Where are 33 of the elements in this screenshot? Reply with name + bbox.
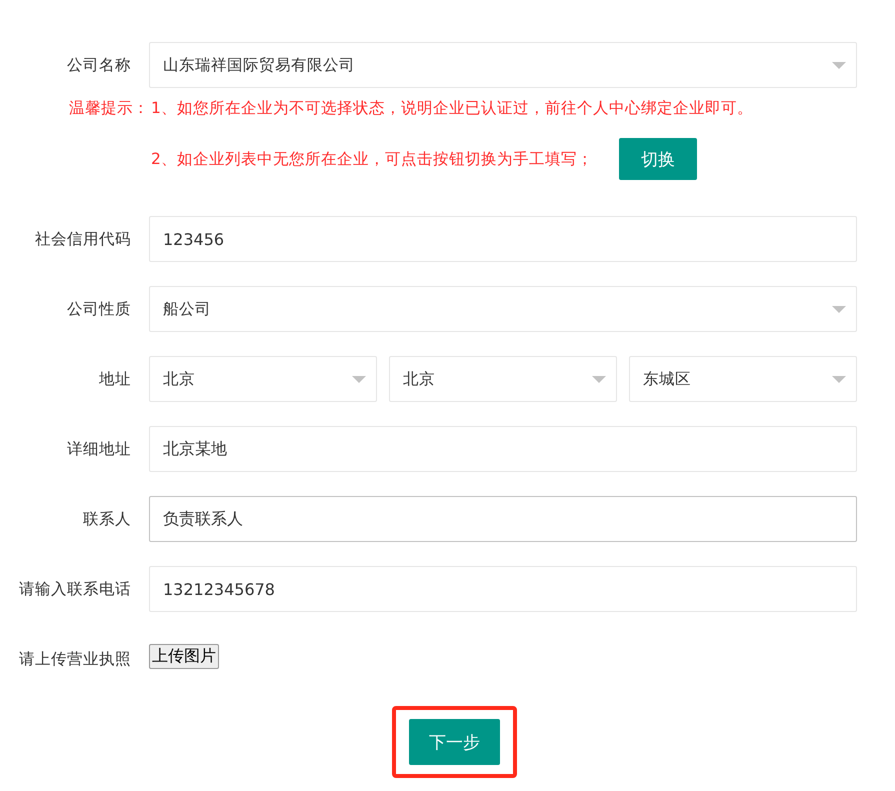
select-value: 船公司	[163, 298, 211, 320]
field-label: 联系人	[82, 509, 132, 530]
select-value: 北京	[163, 368, 195, 390]
caret-icon	[832, 306, 846, 312]
tip-text: 2、如企业列表中无您所在企业，可点击按钮切换为手工填写；	[151, 149, 593, 170]
select-field[interactable]: 东城区	[629, 356, 857, 402]
field-label: 请上传营业执照	[18, 649, 132, 670]
field-label: 公司名称	[66, 55, 132, 76]
field-label: 公司性质	[66, 299, 132, 320]
select-value: 北京	[403, 368, 435, 390]
tip-label: 温馨提示：	[68, 98, 149, 119]
select-value: 山东瑞祥国际贸易有限公司	[163, 54, 355, 76]
select-field[interactable]: 山东瑞祥国际贸易有限公司	[149, 42, 857, 88]
caret-icon	[832, 376, 846, 382]
field-label: 地址	[98, 369, 132, 390]
caret-icon	[352, 376, 366, 382]
tip-text: 1、如您所在企业为不可选择状态，说明企业已认证过，前往个人中心绑定企业即可。	[151, 98, 753, 119]
input-field[interactable]: 北京某地	[149, 426, 857, 472]
input-field[interactable]: 13212345678	[149, 566, 857, 612]
input-field[interactable]: 123456	[149, 216, 857, 262]
caret-icon	[592, 376, 606, 382]
select-field[interactable]: 船公司	[149, 286, 857, 332]
caret-icon	[832, 62, 846, 68]
switch-button[interactable]: 切换	[618, 138, 697, 180]
select-field[interactable]: 北京	[389, 356, 617, 402]
select-field[interactable]: 北京	[149, 356, 377, 402]
input-field[interactable]: 负责联系人	[149, 496, 857, 542]
select-value: 东城区	[643, 368, 691, 390]
field-label: 社会信用代码	[34, 229, 132, 250]
next-button[interactable]: 下一步	[409, 719, 500, 765]
field-label: 请输入联系电话	[18, 579, 132, 600]
field-label: 详细地址	[66, 439, 132, 460]
upload-button[interactable]: 上传图片	[149, 644, 219, 669]
